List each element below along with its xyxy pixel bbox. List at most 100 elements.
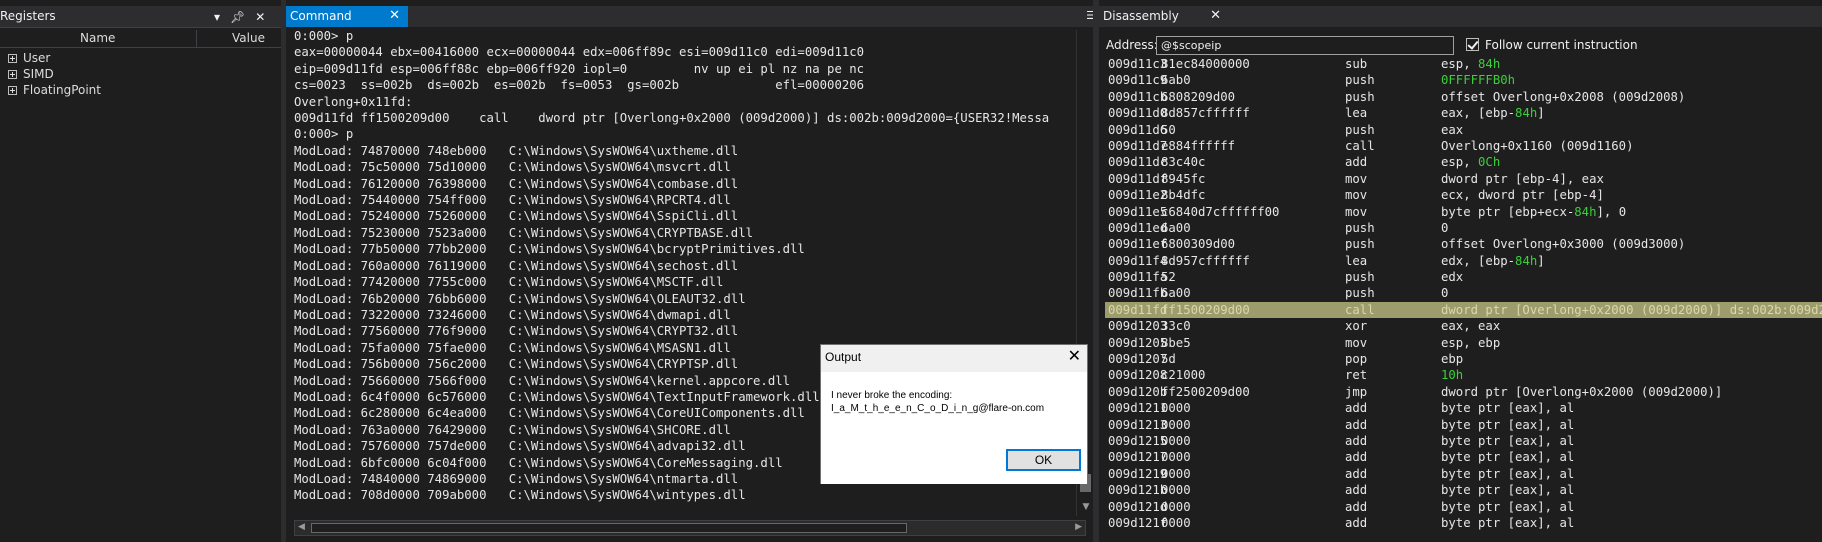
registers-title: Registers <box>0 9 56 23</box>
close-icon[interactable]: ✕ <box>1068 346 1081 365</box>
instruction-bytes: 5d <box>1161 352 1176 367</box>
tab-disassembly[interactable]: Disassembly ✕ <box>1099 6 1229 27</box>
disassembly-row[interactable]: 009d11dc 83c40c add esp, 0Ch <box>1105 154 1822 170</box>
instruction-operands: 10h <box>1441 367 1463 383</box>
instruction-bytes: 33c0 <box>1161 319 1191 334</box>
disassembly-row[interactable]: 009d120b ff2500209d00 jmp dword ptr [Overlo… <box>1105 384 1822 400</box>
operand-text: edx, [ebp- <box>1441 253 1516 268</box>
instruction-mnemonic: add <box>1345 466 1368 481</box>
disassembly-row[interactable]: 009d1215 0000 add byte ptr [eax], al <box>1105 433 1822 449</box>
instruction-address: 009d1211 <box>1108 401 1168 416</box>
disassembly-row[interactable]: 009d121f 0000 add byte ptr [eax], al <box>1105 515 1822 531</box>
instruction-bytes: 0000 <box>1161 450 1191 465</box>
operand-text: ] <box>1537 106 1545 121</box>
disassembly-tabbar: Disassembly ✕ <box>1099 6 1822 27</box>
instruction-bytes: 0000 <box>1161 483 1191 498</box>
register-group-floatingpoint[interactable]: FloatingPoint <box>8 82 101 98</box>
instruction-bytes: 6ab0 <box>1161 73 1191 88</box>
disassembly-row[interactable]: 009d11ed 6a00 push 0 <box>1105 220 1822 236</box>
disassembly-row[interactable]: 009d1208 c21000 ret 10h <box>1105 367 1822 383</box>
register-group-simd[interactable]: SIMD <box>8 66 101 82</box>
disassembly-row[interactable]: 009d1207 5d pop ebp <box>1105 351 1822 367</box>
address-input[interactable] <box>1156 36 1454 55</box>
instruction-address: 009d11d0 <box>1108 106 1168 121</box>
instruction-operands: byte ptr [eax], al <box>1441 515 1574 531</box>
close-icon[interactable]: ✕ <box>255 10 265 24</box>
disassembly-row[interactable]: 009d1203 33c0 xor eax, eax <box>1105 318 1822 334</box>
ok-button[interactable]: OK <box>1006 449 1081 471</box>
close-icon[interactable]: ✕ <box>389 8 400 23</box>
instruction-operands: esp, ebp <box>1441 335 1500 351</box>
column-value[interactable]: Value <box>232 31 265 45</box>
instruction-bytes: 50 <box>1161 122 1176 137</box>
command-line: ModLoad: 77420000 7755c000 C:\Windows\Sy… <box>294 275 724 290</box>
disassembly-row[interactable]: 009d11e5 c6840d7cffffff00 mov byte ptr [ebp… <box>1105 204 1822 220</box>
instruction-address: 009d11e2 <box>1108 188 1168 203</box>
disassembly-row[interactable]: 009d11c9 6ab0 push 0FFFFFFB0h <box>1105 72 1822 88</box>
instruction-mnemonic: add <box>1345 433 1368 448</box>
disassembly-row[interactable]: 009d11d7 e884ffffff call Overlong+0x1160 (0… <box>1105 138 1822 154</box>
instruction-bytes: 8945fc <box>1161 171 1206 186</box>
scroll-right-icon[interactable]: ▶ <box>1075 522 1082 532</box>
expand-icon[interactable] <box>8 53 17 63</box>
pin-icon[interactable]: 📌︎ <box>230 10 245 24</box>
instruction-mnemonic: add <box>1345 499 1368 514</box>
instruction-bytes: 83c40c <box>1161 155 1206 170</box>
instruction-operands: byte ptr [eax], al <box>1441 466 1574 482</box>
dropdown-icon[interactable]: ▾ <box>214 10 220 24</box>
instruction-mnemonic: add <box>1345 401 1368 416</box>
instruction-mnemonic: sub <box>1345 57 1368 71</box>
disassembly-row[interactable]: 009d1205 8be5 mov esp, ebp <box>1105 335 1822 351</box>
disassembly-row[interactable]: 009d11df 8945fc mov dword ptr [ebp-4], eax <box>1105 171 1822 187</box>
disassembly-row[interactable]: 009d11cb 6808209d00 push offset Overlong+0x… <box>1105 89 1822 105</box>
command-line: eax=00000044 ebx=00416000 ecx=00000044 e… <box>294 45 865 60</box>
tab-label: Command <box>290 9 352 23</box>
instruction-operands: ecx, dword ptr [ebp-4] <box>1441 187 1604 203</box>
disassembly-row[interactable]: 009d11e2 8b4dfc mov ecx, dword ptr [ebp-4] <box>1105 187 1822 203</box>
scroll-left-icon[interactable]: ◀ <box>298 522 305 532</box>
register-group-user[interactable]: User <box>8 50 101 66</box>
disassembly-row[interactable]: 009d11d0 8d857cffffff lea eax, [ebp-84h] <box>1105 105 1822 121</box>
close-icon[interactable]: ✕ <box>1210 8 1221 23</box>
disassembly-row[interactable]: 009d11fb 6a00 push 0 <box>1105 285 1822 301</box>
operand-text: eax <box>1441 122 1464 137</box>
disassembly-row[interactable]: 009d11d6 50 push eax <box>1105 122 1822 138</box>
scroll-thumb[interactable] <box>311 523 907 533</box>
expand-icon[interactable] <box>8 85 17 95</box>
operand-text: esp, ebp <box>1441 335 1501 350</box>
operand-text: Overlong+0x1160 (009d1160) <box>1441 138 1634 153</box>
disassembly-row[interactable]: 009d11ef 6800309d00 push offset Overlong+0x… <box>1105 236 1822 252</box>
operand-immediate: 84h <box>1515 106 1538 121</box>
operand-immediate: 84h <box>1478 57 1501 71</box>
disassembly-row[interactable]: 009d1219 0000 add byte ptr [eax], al <box>1105 466 1822 482</box>
current-instruction-row[interactable]: 009d11fd ff1500209d00 call dword ptr [Overl… <box>1105 301 1822 319</box>
expand-icon[interactable] <box>8 69 17 79</box>
disassembly-row[interactable]: 009d11fa 52 push edx <box>1105 269 1822 285</box>
instruction-mnemonic: mov <box>1345 171 1368 186</box>
disassembly-listing[interactable]: 009d11c3 81ec84000000 sub esp, 84h 009d11c9 6… <box>1105 56 1822 542</box>
command-tabbar: Command ✕ ☰ <box>286 6 1100 27</box>
command-line: ModLoad: 708d0000 709ab000 C:\Windows\Sy… <box>294 488 746 503</box>
instruction-mnemonic: push <box>1345 237 1375 252</box>
instruction-mnemonic: xor <box>1345 319 1368 334</box>
disassembly-row[interactable]: 009d1213 0000 add byte ptr [eax], al <box>1105 417 1822 433</box>
tab-command[interactable]: Command ✕ <box>286 6 408 27</box>
disassembly-row[interactable]: 009d121d 0000 add byte ptr [eax], al <box>1105 499 1822 515</box>
disassembly-row[interactable]: 009d11c3 81ec84000000 sub esp, 84h <box>1105 56 1822 72</box>
instruction-mnemonic: lea <box>1345 253 1368 268</box>
instruction-bytes: c21000 <box>1161 368 1206 383</box>
command-line: ModLoad: 77b50000 77bb2000 C:\Windows\Sy… <box>294 242 805 257</box>
operand-immediate: 0Ch <box>1478 155 1501 170</box>
scroll-down-icon[interactable]: ▼ <box>1079 502 1093 514</box>
column-name[interactable]: Name <box>80 31 115 45</box>
disassembly-row[interactable]: 009d121b 0000 add byte ptr [eax], al <box>1105 482 1822 498</box>
disassembly-row[interactable]: 009d1211 0000 add byte ptr [eax], al <box>1105 400 1822 416</box>
follow-label[interactable]: Follow current instruction <box>1485 38 1638 52</box>
operand-text: byte ptr [eax], al <box>1441 483 1575 498</box>
follow-checkbox[interactable] <box>1466 38 1479 51</box>
disassembly-row[interactable]: 009d1217 0000 add byte ptr [eax], al <box>1105 449 1822 465</box>
disassembly-row[interactable]: 009d11f4 8d957cffffff lea edx, [ebp-84h] <box>1105 253 1822 269</box>
instruction-mnemonic: push <box>1345 286 1375 301</box>
column-divider[interactable] <box>196 30 197 48</box>
horizontal-scrollbar[interactable]: ◀ ▶ <box>294 520 1086 536</box>
